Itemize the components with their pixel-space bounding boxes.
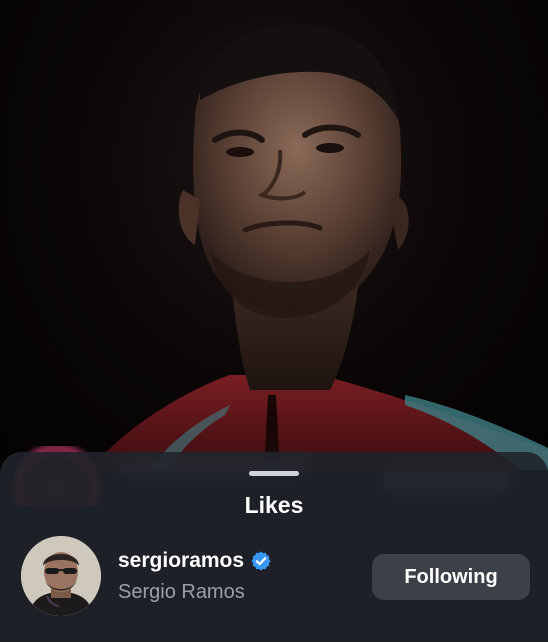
list-item[interactable]: sergioramos Sergio Ramos Following <box>0 536 548 616</box>
avatar[interactable] <box>21 536 101 616</box>
full-name: Sergio Ramos <box>118 581 245 603</box>
likes-sheet: Likes sergioramos Sergio Ramos Following <box>0 452 548 642</box>
username[interactable]: sergioramos <box>118 549 244 573</box>
following-button[interactable]: Following <box>372 554 530 600</box>
verified-badge-icon <box>250 550 272 572</box>
sheet-title: Likes <box>244 492 304 518</box>
username-line: sergioramos <box>118 549 272 573</box>
post-photo <box>0 0 548 470</box>
sheet-drag-handle[interactable] <box>249 471 299 476</box>
